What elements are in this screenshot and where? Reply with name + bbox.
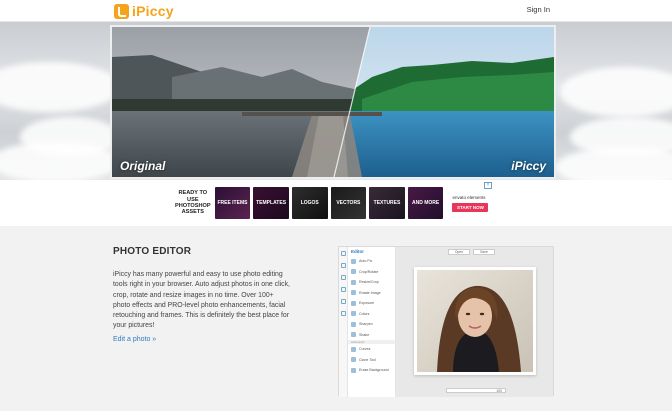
tool-row[interactable]: Sharpen (348, 319, 395, 330)
tool-row[interactable]: Erase Background (348, 365, 395, 376)
editor-sidebar (339, 247, 348, 397)
tool-icon (351, 300, 356, 306)
tool-label: Shake (359, 332, 370, 337)
editor-tool-panel: Editor Auto Fix Crop/Rotate Resize/Crop … (348, 247, 396, 397)
tool-row[interactable]: Colors (348, 309, 395, 320)
tool-label: Colors (359, 311, 370, 316)
tool-icon (351, 258, 356, 264)
ad-tile-textures[interactable]: TEXTURES (369, 187, 405, 219)
ad-brand-name: envato elements (452, 194, 486, 200)
tool-icon (351, 311, 356, 317)
tool-icon (351, 279, 356, 285)
top-bar: iPiccy Sign In (0, 0, 672, 22)
hero-banner: Original iPiccy (0, 22, 672, 180)
envato-ad[interactable]: READY TO USE PHOTOSHOP ASSETS FREE ITEMS… (174, 182, 496, 224)
tool-label: Crop/Rotate (359, 269, 379, 274)
editor-canvas: Open Save 100 (396, 247, 553, 397)
ad-tile-vectors[interactable]: VECTORS (330, 187, 367, 219)
tool-label: Auto Fix (359, 259, 373, 264)
tool-icon (351, 321, 356, 327)
retouch-tool-icon (341, 287, 346, 292)
logo-icon (114, 3, 129, 19)
editor-preview: Editor Auto Fix Crop/Rotate Resize/Crop … (338, 246, 554, 397)
edit-tool-icon (341, 251, 346, 256)
tool-label: Erase Background (359, 368, 389, 373)
tool-row[interactable]: Exposure (348, 298, 395, 309)
ad-intro-text: READY TO USE PHOTOSHOP ASSETS (174, 190, 211, 216)
tool-icon (351, 332, 356, 338)
ad-bar: READY TO USE PHOTOSHOP ASSETS FREE ITEMS… (0, 180, 672, 226)
ad-brand: envato elements START NOW (452, 195, 496, 212)
editor-top-buttons: Open Save (448, 249, 495, 255)
tool-label: Curves (359, 347, 371, 352)
text-tool-icon (341, 311, 346, 316)
save-button[interactable]: Save (473, 249, 495, 255)
tool-icon (351, 269, 356, 275)
before-after-photo: Original iPiccy (110, 25, 556, 179)
crop-tool-icon (341, 263, 346, 268)
tool-row[interactable]: Resize/Crop (348, 277, 395, 288)
tool-label: Resize/Crop (359, 280, 379, 285)
ad-start-now-button[interactable]: START NOW (452, 202, 489, 212)
tool-row[interactable]: Clone Tool (348, 355, 395, 366)
editor-panel-title: Editor (351, 249, 364, 254)
ad-tile-free-items[interactable]: FREE ITEMS (214, 187, 251, 219)
tool-label: Clone Tool (359, 357, 376, 362)
tool-label: Sharpen (359, 322, 373, 327)
logo-text: iPiccy (132, 3, 174, 19)
open-button[interactable]: Open (448, 249, 470, 255)
ad-close-icon[interactable]: × (484, 182, 492, 189)
tool-row[interactable]: Shake (348, 330, 395, 341)
tool-icon (351, 346, 356, 352)
tool-row[interactable]: Auto Fix (348, 256, 395, 267)
zoom-slider[interactable]: 100 (446, 388, 506, 393)
tool-icon (351, 290, 356, 296)
ipiccy-label: iPiccy (511, 159, 546, 173)
sign-in-link[interactable]: Sign In (527, 5, 550, 14)
effects-tool-icon (341, 275, 346, 280)
tool-row[interactable]: Rotate Image (348, 288, 395, 299)
ad-tile-logos[interactable]: LOGOS (291, 187, 328, 219)
logo[interactable]: iPiccy (114, 2, 174, 20)
tool-row[interactable]: Crop/Rotate (348, 267, 395, 278)
photo-editor-section: PHOTO EDITOR iPiccy has many powerful an… (0, 226, 672, 411)
tool-row[interactable]: Curves (348, 344, 395, 355)
editor-sample-photo (414, 267, 536, 375)
original-label: Original (120, 159, 166, 173)
frames-tool-icon (341, 299, 346, 304)
section-title: PHOTO EDITOR (113, 246, 192, 257)
zoom-value: 100 (496, 388, 502, 393)
tool-label: Exposure (359, 301, 375, 306)
ad-tile-templates[interactable]: TEMPLATES (253, 187, 289, 219)
edit-a-photo-link[interactable]: Edit a photo » (113, 336, 156, 343)
tool-icon (351, 367, 356, 373)
section-description: iPiccy has many powerful and easy to use… (113, 271, 290, 330)
ad-tile-and-more[interactable]: AND MORE (407, 187, 444, 219)
tool-label: Rotate Image (359, 290, 381, 295)
tool-icon (351, 357, 356, 363)
